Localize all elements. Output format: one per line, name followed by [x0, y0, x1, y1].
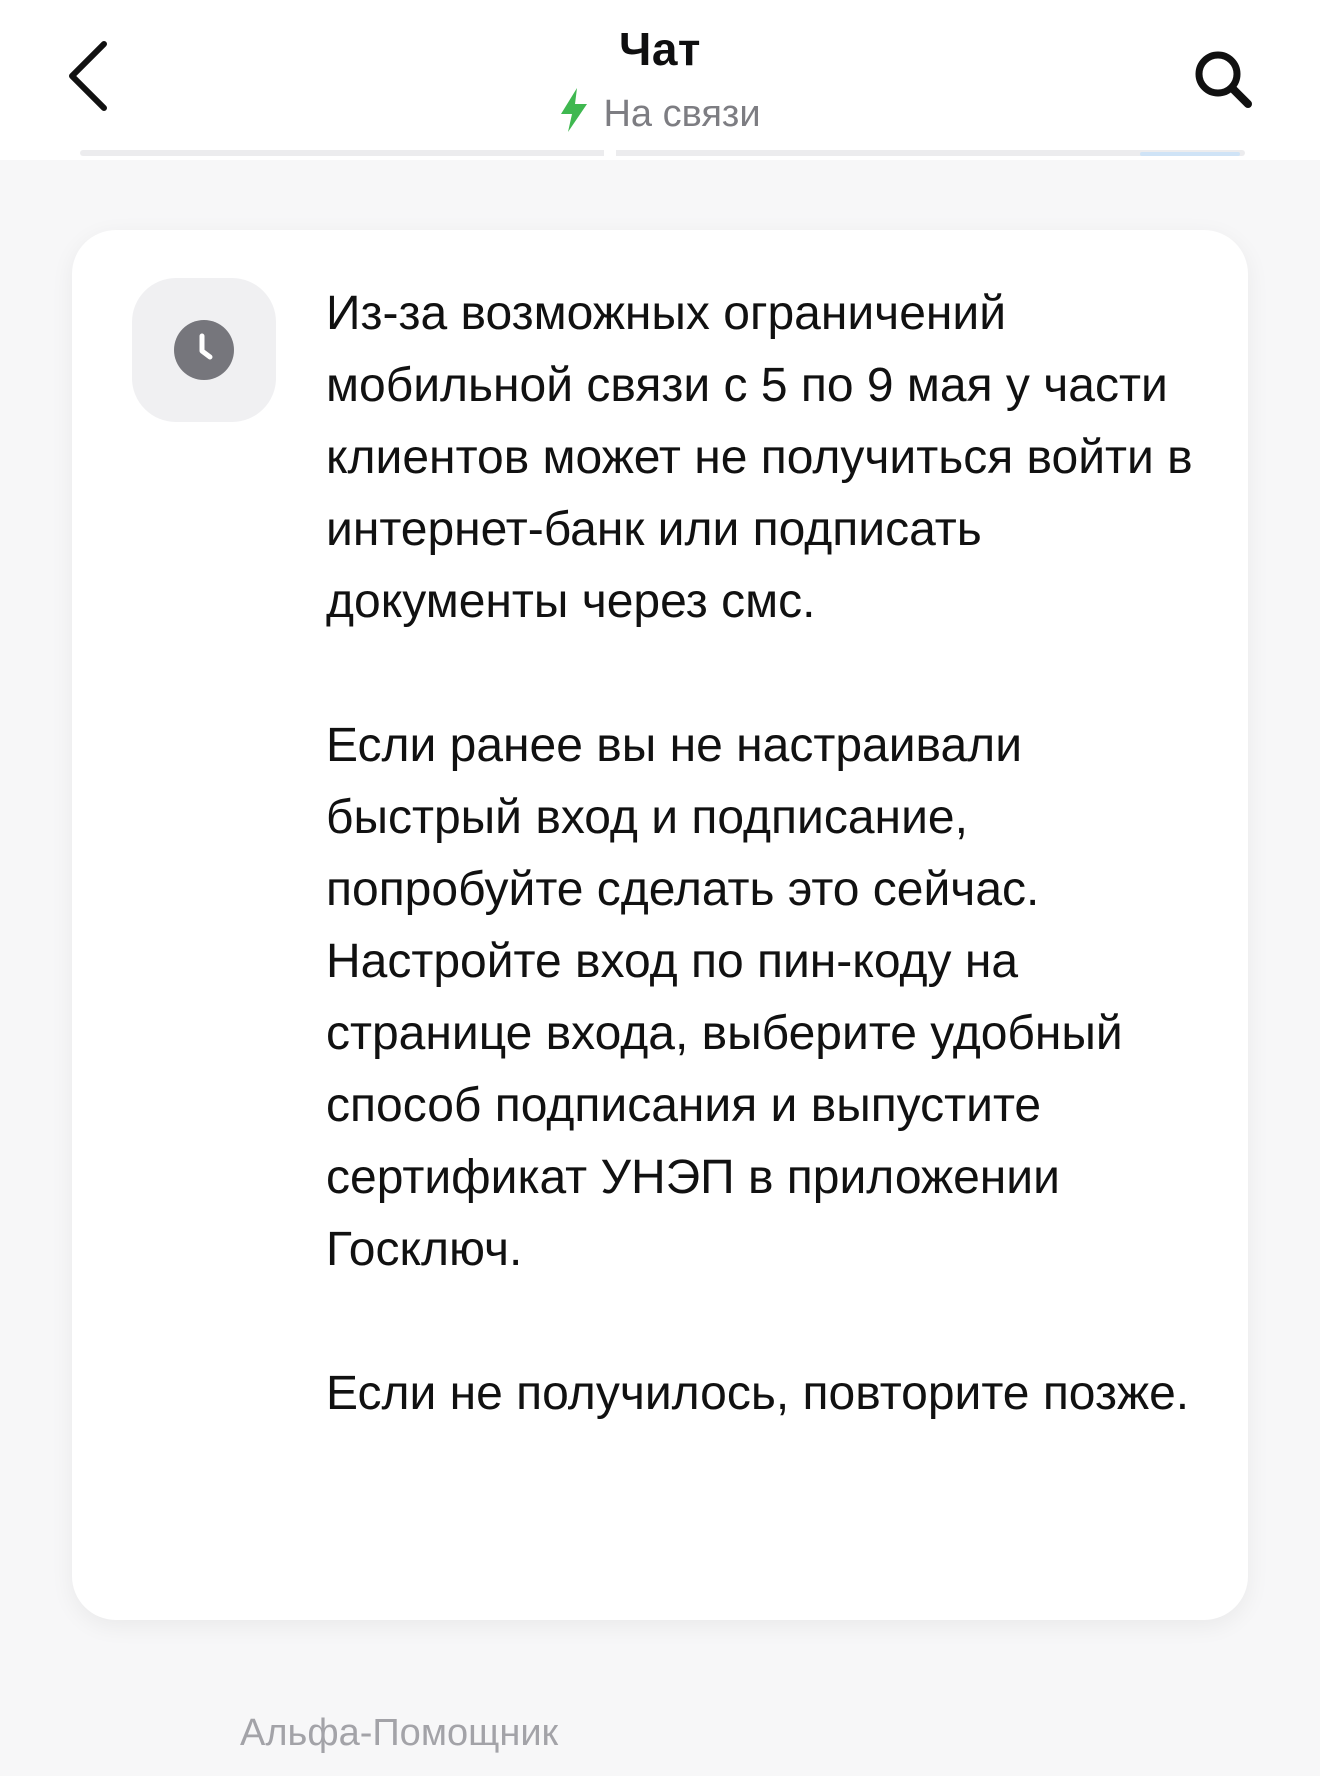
header-accent-line	[1140, 152, 1240, 156]
sender-name: Альфа-Помощник	[240, 1712, 559, 1754]
message-paragraph: Если не получилось, повторите позже.	[326, 1367, 1190, 1420]
search-icon	[1195, 51, 1252, 108]
clock-icon	[174, 320, 234, 380]
status-line: На связи	[0, 88, 1320, 142]
message-card: Из-за возможных ограничений мобильной св…	[72, 230, 1248, 1620]
search-button[interactable]	[1188, 44, 1260, 116]
message-text: Из-за возможных ограничений мобильной св…	[326, 278, 1206, 1430]
message-paragraph: Из-за возможных ограничений мобильной св…	[326, 287, 1193, 628]
bolt-icon	[559, 88, 589, 142]
message-paragraph: Если ранее вы не настраивали быстрый вхо…	[326, 719, 1123, 1276]
chat-header: Чат На связи	[0, 0, 1320, 160]
page-title: Чат	[619, 23, 701, 75]
header-divider	[80, 150, 1245, 156]
message-icon-container	[132, 278, 276, 422]
status-text: На связи	[603, 93, 761, 135]
